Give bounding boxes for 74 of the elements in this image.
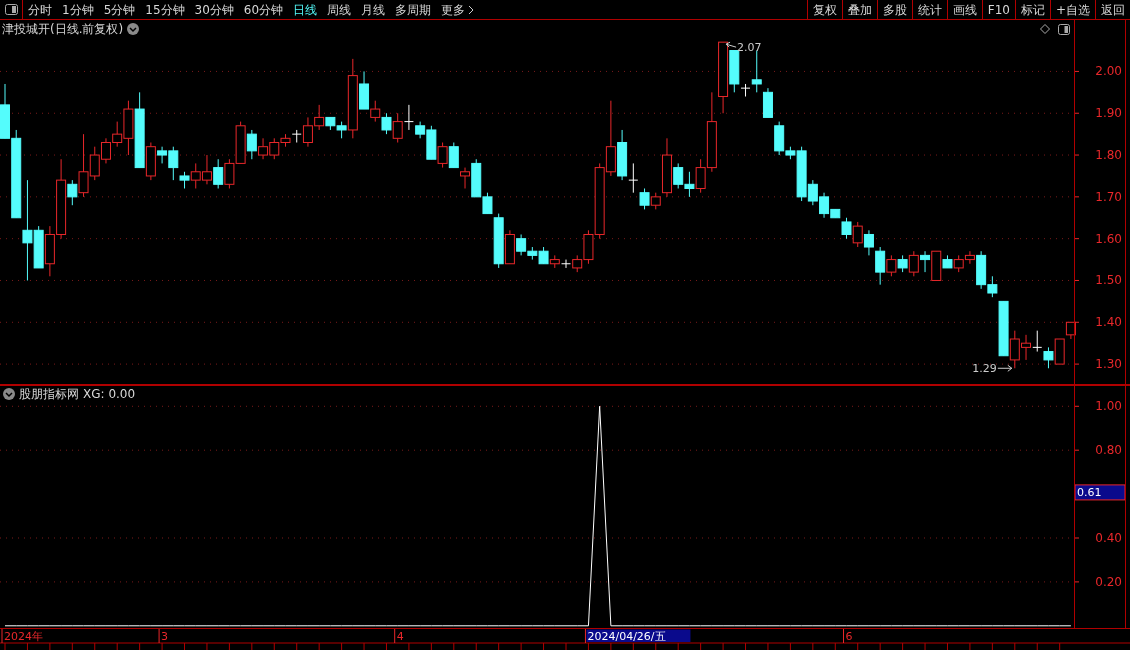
toolbar-button[interactable]: 复权 <box>806 0 842 19</box>
leader-arrow <box>997 364 1013 372</box>
leader-arrow <box>725 41 737 48</box>
period-tab[interactable]: 更多 <box>441 0 466 19</box>
dropdown-icon[interactable] <box>127 23 140 35</box>
candlestick <box>1043 346 1054 369</box>
diamond-icon[interactable] <box>1040 24 1050 34</box>
dropdown-icon[interactable] <box>3 387 15 400</box>
time-axis-label: 6 <box>845 630 853 643</box>
candlestick <box>908 250 919 277</box>
axis-label: 1.50 <box>1095 273 1122 288</box>
axis-label: 1.70 <box>1095 189 1122 204</box>
time-axis-label: 3 <box>161 630 169 643</box>
candlestick <box>852 221 863 248</box>
candlestick <box>684 171 695 198</box>
toolbar-button[interactable]: 标记 <box>1014 0 1050 19</box>
low-price-label: 1.29 <box>972 362 997 376</box>
axis-label: 1.90 <box>1095 106 1122 121</box>
chart-title: 津投城开(日线.前复权) <box>2 21 124 38</box>
candlestick <box>201 154 212 185</box>
candlestick <box>1054 338 1065 365</box>
toolbar-button[interactable]: +自选 <box>1049 0 1095 19</box>
time-axis-label: 2024年 <box>4 630 43 643</box>
candlestick <box>1065 321 1076 340</box>
candlestick <box>381 112 392 135</box>
candlestick <box>235 121 246 164</box>
indicator-readout: XG: 0.00 <box>83 385 136 403</box>
axis-label: 2.00 <box>1095 64 1122 79</box>
period-tab[interactable]: 60分钟 <box>243 0 284 19</box>
toolbar-button[interactable]: 叠加 <box>841 0 877 19</box>
toolbar-button[interactable]: 多股 <box>876 0 912 19</box>
candlestick <box>258 137 269 160</box>
candlestick <box>246 129 257 160</box>
period-tab[interactable]: 1分钟 <box>62 0 94 19</box>
candlestick <box>224 158 235 189</box>
period-tab[interactable]: 多周期 <box>395 0 432 19</box>
selected-date-label: 2024/04/26/五 <box>586 629 691 643</box>
axis-label: 1.30 <box>1095 357 1122 372</box>
axis-label: 1.40 <box>1095 315 1122 330</box>
candlestick <box>213 158 224 189</box>
panel-toggle-icon[interactable] <box>4 4 18 15</box>
candlestick <box>437 142 448 169</box>
axis-label: 1.60 <box>1095 231 1122 246</box>
period-tab[interactable]: 30分钟 <box>194 0 234 19</box>
candlestick <box>920 250 931 273</box>
candlestick <box>448 142 459 169</box>
time-axis-label: 4 <box>396 630 404 643</box>
candlestick <box>392 112 403 143</box>
period-tab[interactable]: 周线 <box>327 0 352 19</box>
period-tab[interactable]: 5分钟 <box>103 0 136 19</box>
candlestick <box>953 254 964 273</box>
toolbar-button[interactable]: 画线 <box>946 0 982 19</box>
high-price-label: 2.07 <box>737 41 762 55</box>
indicator-title: 股朋指标网 <box>19 385 79 403</box>
toolbar-button[interactable]: 统计 <box>911 0 947 19</box>
period-tab[interactable]: 分时 <box>28 0 52 19</box>
toolbar-button[interactable]: 返回 <box>1095 0 1130 19</box>
chevron-right-icon[interactable] <box>468 4 475 15</box>
candlestick <box>897 254 908 273</box>
axis-label: 0.20 <box>1095 574 1122 589</box>
period-tab[interactable]: 日线 <box>293 0 318 19</box>
candlestick <box>101 137 111 164</box>
axis-label: 1.00 <box>1095 399 1122 414</box>
axis-label: 0.40 <box>1095 531 1122 545</box>
axis-label: 1.80 <box>1095 148 1122 163</box>
period-tab[interactable]: 月线 <box>361 0 386 19</box>
candlestick <box>538 246 549 265</box>
candlestick <box>762 87 773 118</box>
period-tab[interactable]: 15分钟 <box>145 0 185 19</box>
value-tag: 0.61 <box>1074 484 1126 501</box>
panel-toggle-icon[interactable] <box>1058 23 1070 35</box>
axis-label: 0.80 <box>1095 443 1122 458</box>
candlestick <box>1032 330 1043 353</box>
toolbar-button[interactable]: F10 <box>981 0 1015 19</box>
